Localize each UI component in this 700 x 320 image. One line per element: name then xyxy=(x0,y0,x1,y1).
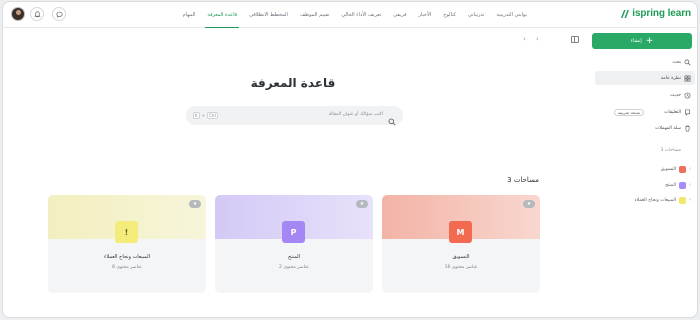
card-count: 8 عناصر محتوى xyxy=(112,265,142,270)
nav-item-tasks[interactable]: المهام xyxy=(177,2,202,28)
trash-icon xyxy=(685,125,690,131)
sidebar-item-comments[interactable]: نسخة تجريبية التعليقات xyxy=(613,106,691,118)
sidebar-space-label: المنتج xyxy=(665,182,676,188)
nav-item-my-learning-portal[interactable]: بوابتي التدريبية xyxy=(490,2,533,28)
notifications-button[interactable] xyxy=(30,7,44,21)
nav-item-catalog[interactable]: كتالوج xyxy=(437,2,462,28)
star-icon[interactable]: ★ xyxy=(523,200,535,208)
sidebar-space-product[interactable]: المنتج ‹ xyxy=(665,180,691,190)
nav-item-employee-review[interactable]: تقييم الموظف xyxy=(294,2,335,28)
search-placeholder: اكتب سؤالك أو عنوان المقالة xyxy=(328,112,383,117)
sidebar-item-search[interactable]: بحث xyxy=(672,56,691,68)
spaces-heading: مساحات 3 xyxy=(507,176,539,184)
sidebar-item-label: التعليقات xyxy=(664,109,681,115)
search-icon xyxy=(684,59,691,66)
sidebar-space-marketing[interactable]: التسويق ‹ xyxy=(661,164,691,174)
bell-icon xyxy=(33,10,41,17)
sidebar-item-overview[interactable]: نظرة عامة xyxy=(595,71,695,85)
history-nav: › ‹ xyxy=(523,35,539,43)
space-card-marketing[interactable]: ★ M التسويق 16 عناصر محتوى xyxy=(382,195,540,293)
nav-item-knowledge-base[interactable]: قاعدة المعرفة xyxy=(201,2,243,28)
sidebar-item-recent[interactable]: حديث xyxy=(670,89,691,101)
ispring-logo-icon xyxy=(621,9,630,18)
messages-button[interactable] xyxy=(52,7,66,21)
space-card-product[interactable]: ★ P المنتج 2 عناصر محتوى xyxy=(215,195,373,293)
app-window: بوابتي التدريبية تدريباتي كتالوج الأخبار… xyxy=(2,1,698,318)
search-icon xyxy=(388,111,396,130)
card-count: 2 عناصر محتوى xyxy=(279,265,309,270)
logo[interactable]: ispring learn xyxy=(620,8,691,19)
keyboard-shortcut: K + Ctrl xyxy=(193,112,219,119)
sidebar-item-label: بحث xyxy=(672,59,681,65)
nav-item-my-team[interactable]: فريقي xyxy=(387,2,412,28)
nav-item-news[interactable]: الأخبار xyxy=(412,2,437,28)
nav-item-my-trainings[interactable]: تدريباتي xyxy=(462,2,490,28)
card-title: التسويق xyxy=(452,254,470,260)
chevron-right-icon[interactable]: › xyxy=(523,35,526,43)
sidebar-item-label: سلة المهملات xyxy=(655,125,681,131)
chevron-left-icon[interactable]: ‹ xyxy=(689,182,691,188)
chevron-left-icon[interactable]: ‹ xyxy=(536,35,539,43)
chevron-left-icon[interactable]: ‹ xyxy=(689,166,691,172)
space-color-marker xyxy=(679,181,686,189)
overview-icon xyxy=(684,75,691,81)
main-nav: بوابتي التدريبية تدريباتي كتالوج الأخبار… xyxy=(173,2,533,28)
space-color-marker xyxy=(679,196,686,204)
spaces-section-title: مساحات 3 xyxy=(660,148,682,153)
page-title: قاعدة المعرفة xyxy=(250,76,336,90)
card-title: المنتج xyxy=(287,254,301,260)
star-icon[interactable]: ★ xyxy=(356,200,368,208)
shortcut-separator: + xyxy=(201,113,205,118)
star-icon[interactable]: ★ xyxy=(189,200,201,208)
create-button-label: إنشاء xyxy=(630,38,642,44)
sidebar-space-sales[interactable]: المبيعات ونجاح العملاء ‹ xyxy=(635,195,691,205)
space-card-sales[interactable]: ★ ! المبيعات ونجاح العملاء 8 عناصر محتوى xyxy=(48,195,206,293)
sidebar-item-label: نظرة عامة xyxy=(660,75,681,81)
sidebar-space-label: التسويق xyxy=(660,166,676,172)
shortcut-key: Ctrl xyxy=(206,112,219,119)
sidebar: إنشاء + بحث نظرة عامة حديث نسخة تجريبية … xyxy=(589,28,697,317)
sidebar-item-trash[interactable]: سلة المهملات xyxy=(655,122,691,134)
card-title: المبيعات ونجاح العملاء xyxy=(104,254,150,260)
chat-icon xyxy=(56,11,62,18)
card-count: 16 عناصر محتوى xyxy=(444,265,478,270)
shortcut-key: K xyxy=(193,112,200,119)
sidebar-item-label: حديث xyxy=(670,92,681,98)
beta-badge: نسخة تجريبية xyxy=(613,108,645,116)
space-avatar: M xyxy=(449,221,472,243)
comments-icon xyxy=(685,109,690,116)
space-avatar: ! xyxy=(115,221,138,243)
search-input[interactable]: K + Ctrl اكتب سؤالك أو عنوان المقالة xyxy=(186,106,403,126)
nav-item-onboarding-plan[interactable]: المخطط الانطلاقي xyxy=(243,2,294,28)
nav-item-performance[interactable]: تعريف الأداء الحالي xyxy=(335,2,387,28)
screen: بوابتي التدريبية تدريباتي كتالوج الأخبار… xyxy=(0,0,700,320)
create-button[interactable]: إنشاء + xyxy=(592,33,692,49)
plus-icon: + xyxy=(645,35,654,46)
user-avatar[interactable] xyxy=(11,7,25,21)
sidebar-space-label: المبيعات ونجاح العملاء xyxy=(634,197,676,203)
clock-icon xyxy=(684,92,691,98)
chevron-left-icon[interactable]: ‹ xyxy=(689,197,691,203)
space-color-marker xyxy=(679,165,686,173)
space-avatar: P xyxy=(282,221,305,243)
top-bar: بوابتي التدريبية تدريباتي كتالوج الأخبار… xyxy=(3,2,697,28)
logo-text: ispring learn xyxy=(632,8,691,19)
toggle-sidebar-icon[interactable] xyxy=(571,36,579,43)
